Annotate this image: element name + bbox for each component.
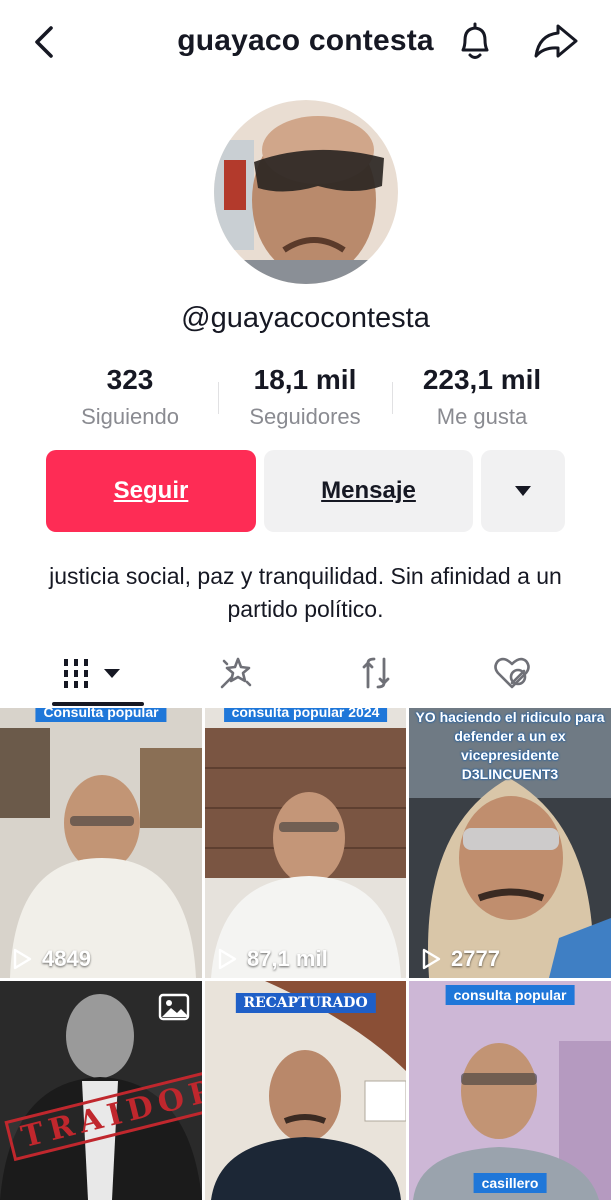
video-thumbnail[interactable]: RECAPTURADO [205,981,406,1200]
tab-reposts[interactable] [336,640,416,706]
photo-icon [158,993,190,1021]
video-bottom-label: casillero [473,1173,547,1193]
video-banner: consulta popular [445,985,575,1005]
photo-thumbnail[interactable]: TRAIDOR [0,981,202,1200]
stat-divider [218,382,219,414]
following-count: 323 [106,364,154,395]
play-icon [422,948,441,970]
play-icon [13,948,32,970]
message-button[interactable]: Mensaje [264,450,473,532]
following-label: Siguiendo [81,404,179,429]
video-thumbnail-image [205,708,406,978]
followers-count: 18,1 mil [253,364,357,395]
profile-bio: justicia social, paz y tranquilidad. Sin… [49,563,562,622]
video-view-count: 4849 [10,946,91,972]
video-caption: YO haciendo el ridiculo para defender a … [415,709,605,782]
play-icon [218,948,237,970]
tab-effects[interactable] [196,640,276,706]
video-thumbnail[interactable]: consulta popular casillero [409,981,611,1200]
video-thumbnail[interactable]: consulta popular 2024 87,1 mil [205,708,406,978]
follow-button[interactable]: Seguir [46,450,256,532]
active-tab-indicator [52,702,144,706]
grid-icon [64,659,120,688]
followers-label: Seguidores [249,404,361,429]
more-options-button[interactable] [481,450,565,532]
video-view-count: 2777 [419,946,500,972]
video-banner: RECAPTURADO [235,993,376,1013]
likes-stat[interactable]: 223,1 mil Me gusta [402,364,562,430]
share-icon[interactable] [530,18,580,64]
video-banner: Consulta popular [35,708,167,722]
page-title: guayaco contesta [177,24,434,57]
bell-icon[interactable] [452,18,498,64]
video-thumbnail-image [205,981,406,1200]
followers-stat[interactable]: 18,1 mil Seguidores [232,364,378,430]
likes-count: 223,1 mil [422,364,542,395]
video-thumbnail[interactable]: Consulta popular 4849 [0,708,202,978]
caret-down-icon [515,486,531,496]
magic-wand-icon [220,657,252,689]
video-grid: Consulta popular 4849 consulta popular 2… [0,708,611,1200]
video-thumbnail[interactable]: YO haciendo el ridiculo para defender a … [409,708,611,978]
content-tabs [0,640,611,706]
avatar[interactable] [214,100,398,284]
likes-label: Me gusta [436,404,528,429]
following-stat[interactable]: 323 Siguiendo [60,364,200,430]
tab-videos[interactable] [40,640,150,706]
profile-stats: 323 Siguiendo 18,1 mil Seguidores 223,1 … [40,364,570,444]
top-bar: guayaco contesta [0,0,611,84]
liked-hidden-icon [494,657,530,689]
tab-liked[interactable] [472,640,552,706]
video-thumbnail-image [409,981,611,1200]
video-thumbnail-image [0,708,202,978]
profile-handle: @guayacocontesta [181,302,430,334]
video-banner: consulta popular 2024 [223,708,388,722]
repost-icon [362,657,390,689]
stat-divider [392,382,393,414]
video-view-count: 87,1 mil [215,946,328,972]
